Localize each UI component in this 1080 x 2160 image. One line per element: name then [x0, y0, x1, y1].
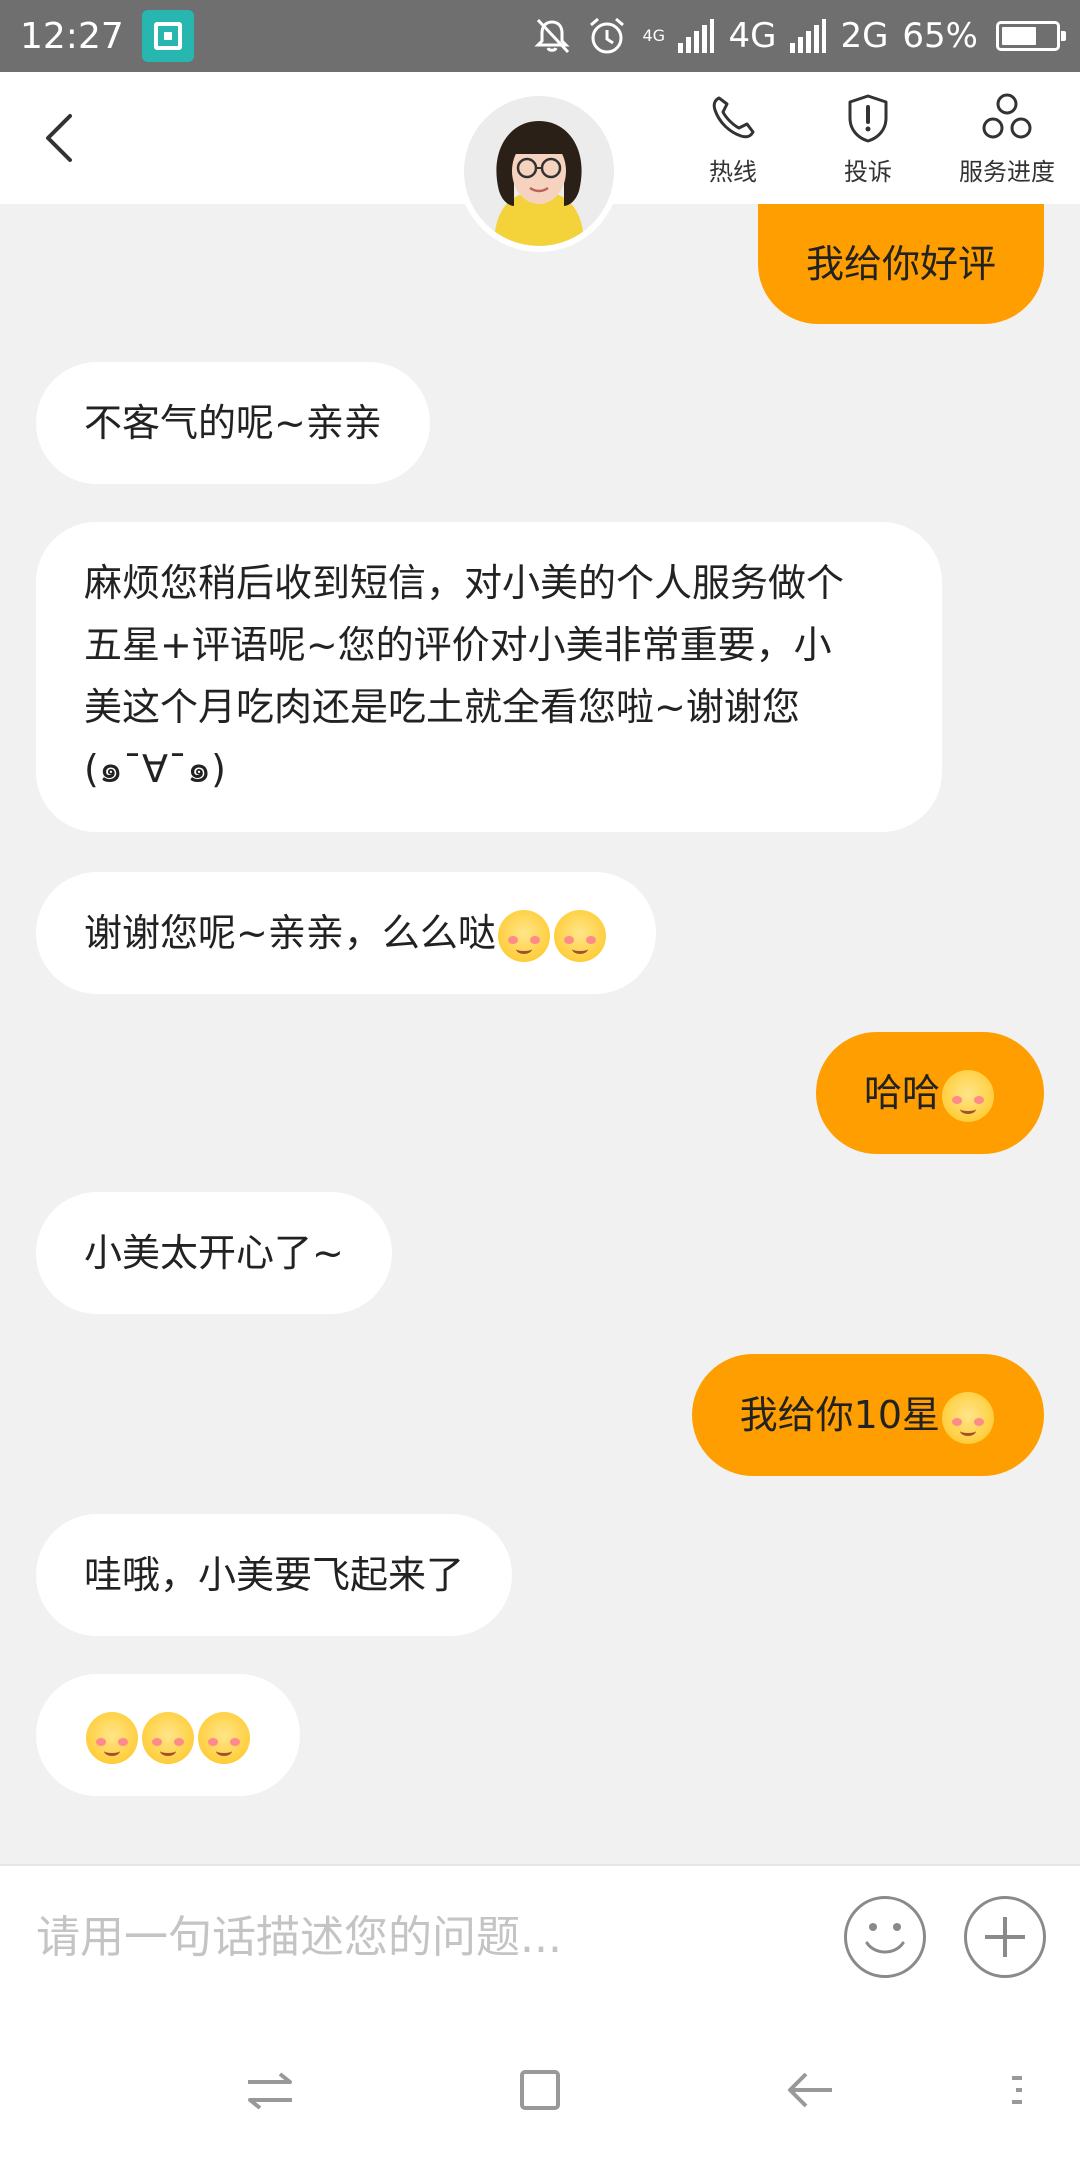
hotline-button[interactable]: 热线	[668, 90, 798, 187]
status-time: 12:27	[20, 15, 124, 57]
square-home-icon	[520, 2070, 560, 2110]
message-text: 哈哈	[863, 1071, 940, 1115]
more-menu-button[interactable]	[1000, 2060, 1040, 2120]
phone-icon	[712, 96, 755, 139]
message-text: 不客气的呢~亲亲	[84, 401, 382, 445]
pleading-emoji-icon	[86, 1711, 138, 1764]
complaint-label: 投诉	[844, 158, 892, 186]
battery-icon	[996, 21, 1066, 51]
message-text: 小美太开心了~	[84, 1231, 344, 1275]
battery-percent: 65%	[902, 16, 978, 56]
switch-app-button[interactable]	[240, 2060, 300, 2120]
message-bubble-in[interactable]: 哇哦，小美要飞起来了	[36, 1514, 513, 1636]
message-bubble-in[interactable]: 小美太开心了~	[36, 1192, 392, 1314]
message-text: 我给你好评	[805, 242, 996, 286]
hotline-label: 热线	[709, 158, 757, 186]
message-line: 美这个月吃肉还是吃土就全看您啦~谢谢您	[84, 685, 800, 729]
status-bar: 12:27 4G 4G 2G 65%	[0, 0, 1080, 72]
service-progress-label: 服务进度	[959, 158, 1055, 186]
battery-fill	[1002, 27, 1036, 45]
message-bubble-out[interactable]: 我给你好评	[757, 204, 1044, 324]
message-text: 哇哦，小美要飞起来了	[84, 1553, 465, 1597]
menu-dots-icon	[1012, 2076, 1022, 2104]
agent-avatar[interactable]	[464, 96, 614, 246]
message-bubble-out[interactable]: 哈哈	[815, 1032, 1044, 1154]
network-small-label: 4G	[642, 26, 666, 45]
blush-emoji-icon	[553, 909, 606, 962]
arrow-left-icon	[788, 2072, 832, 2108]
network-label-1: 4G	[728, 16, 777, 56]
message-text: 我给你10星	[739, 1393, 940, 1437]
signal-icon	[678, 19, 715, 53]
mute-bell-icon	[532, 16, 572, 56]
smiley-icon	[865, 1923, 905, 1954]
message-bubble-in[interactable]: 谢谢您呢~亲亲，么么哒	[36, 872, 656, 994]
chat-area[interactable]: 我给你好评 不客气的呢~亲亲 麻烦您稍后收到短信，对小美的个人服务做个 五星+评…	[0, 204, 1080, 1864]
progress-nodes-icon	[982, 93, 1032, 139]
pleading-emoji-icon	[198, 1711, 250, 1764]
shy-emoji-icon	[942, 1391, 994, 1444]
chevron-left-icon	[46, 114, 72, 162]
service-progress-button[interactable]: 服务进度	[942, 90, 1072, 187]
avatar-image	[464, 96, 614, 246]
message-line: 五星+评语呢~您的评价对小美非常重要，小	[84, 623, 832, 667]
input-bar	[0, 1864, 1080, 2016]
signal-icon-2	[790, 19, 827, 53]
back-button[interactable]	[30, 102, 100, 172]
shield-exclamation-icon	[848, 94, 888, 143]
screenshot-icon	[141, 10, 194, 62]
switch-arrows-icon	[248, 2072, 292, 2110]
grin-emoji-icon	[942, 1069, 994, 1122]
system-nav-bar	[0, 2014, 1080, 2160]
message-line: 麻烦您稍后收到短信，对小美的个人服务做个	[84, 561, 845, 605]
network-label-2: 2G	[840, 16, 889, 56]
alarm-icon	[586, 15, 628, 57]
plus-icon	[985, 1917, 1025, 1957]
complaint-button[interactable]: 投诉	[803, 90, 933, 187]
message-input[interactable]	[34, 1896, 798, 1978]
message-line: (๑¯∀¯๑)	[84, 747, 226, 791]
message-bubble-in-long[interactable]: 麻烦您稍后收到短信，对小美的个人服务做个 五星+评语呢~您的评价对小美非常重要，…	[36, 522, 942, 832]
status-icons: 4G 4G 2G 65%	[532, 0, 1066, 72]
back-nav-button[interactable]	[780, 2060, 840, 2120]
blush-emoji-icon	[497, 909, 550, 962]
message-text: 谢谢您呢~亲亲，么么哒	[84, 911, 496, 955]
message-bubble-in[interactable]: 不客气的呢~亲亲	[36, 362, 430, 484]
message-bubble-out[interactable]: 我给你10星	[691, 1354, 1044, 1476]
message-bubble-in-emoji[interactable]	[36, 1674, 300, 1796]
pleading-emoji-icon	[142, 1711, 194, 1764]
add-button[interactable]	[964, 1896, 1046, 1978]
emoji-button[interactable]	[844, 1896, 926, 1978]
home-button[interactable]	[510, 2060, 570, 2120]
